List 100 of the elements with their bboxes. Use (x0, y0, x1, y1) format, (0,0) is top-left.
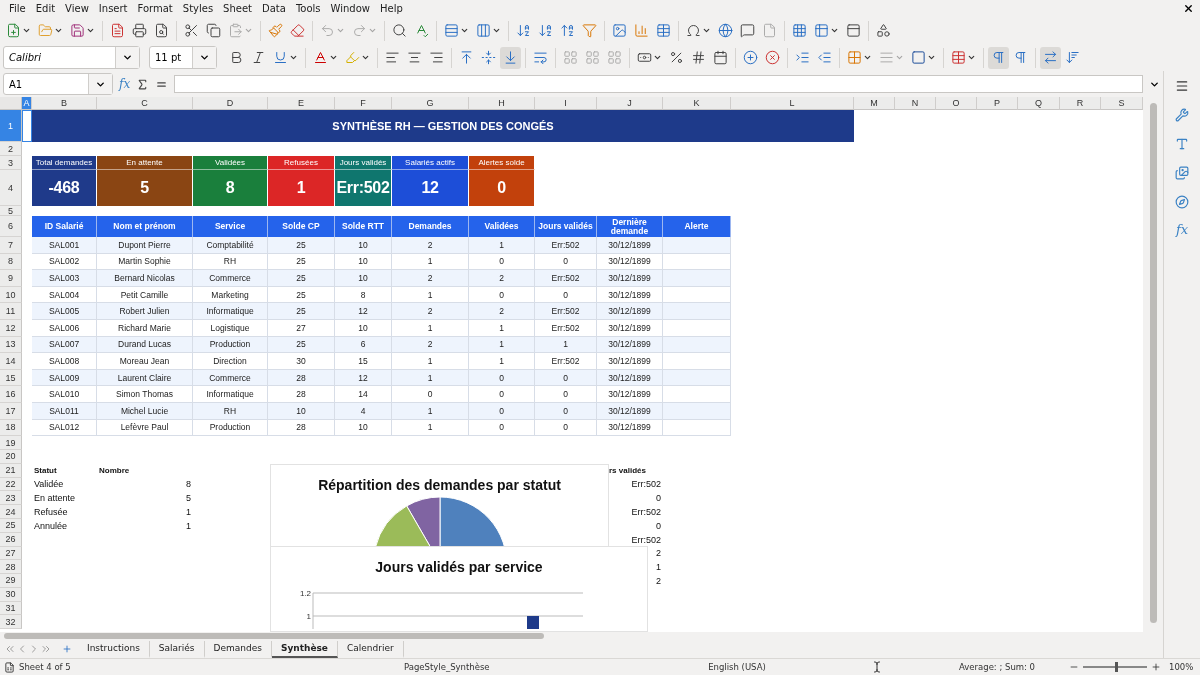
row-header[interactable]: 9 (0, 270, 22, 287)
table-cell: 25 (268, 270, 335, 287)
column-header[interactable]: I (535, 97, 597, 110)
add-sheet-icon[interactable] (62, 644, 72, 654)
dropdown-caret-icon (492, 26, 501, 35)
menu-item[interactable]: Sheet (218, 3, 258, 14)
menu-item[interactable]: Insert (93, 3, 133, 14)
table-cell: 0 (535, 386, 597, 403)
font-size-field[interactable]: 11 pt (149, 46, 217, 69)
column-header[interactable]: H (469, 97, 535, 110)
font-name-field[interactable]: Calibri (3, 46, 140, 69)
menu-item[interactable]: File (4, 3, 31, 14)
sheet-tab[interactable]: Synthèse (271, 640, 338, 658)
column-header[interactable]: G (392, 97, 469, 110)
menu-item[interactable]: Format (132, 3, 178, 14)
gallery-icon[interactable] (1173, 164, 1191, 182)
row-header[interactable]: 28 (0, 560, 22, 575)
table-cell-text: Err:502 (630, 533, 662, 547)
column-header[interactable]: Q (1018, 97, 1060, 110)
menu-item[interactable]: Window (325, 3, 375, 14)
column-header[interactable]: N (895, 97, 936, 110)
menu-item[interactable]: Data (257, 3, 291, 14)
dropdown-caret-icon (244, 26, 253, 35)
function-wizard-button[interactable]: fx (119, 77, 131, 91)
column-header[interactable]: D (193, 97, 268, 110)
column-header[interactable]: O (936, 97, 977, 110)
last-sheet-icon[interactable] (40, 643, 52, 655)
table-cell (663, 353, 731, 370)
formula-input-field[interactable] (174, 75, 1143, 93)
row-header[interactable]: 5 (0, 206, 22, 216)
row-header[interactable]: 11 (0, 303, 22, 320)
row-header[interactable]: 32 (0, 615, 22, 630)
column-header[interactable]: F (335, 97, 392, 110)
column-header[interactable]: M (854, 97, 895, 110)
zoom-in-icon[interactable] (1150, 662, 1161, 672)
cell-cursor (22, 110, 32, 142)
bar-chart-icon (634, 23, 649, 38)
menu-item[interactable]: Help (375, 3, 408, 14)
menu-item[interactable]: View (60, 3, 94, 14)
column-header[interactable]: C (97, 97, 193, 110)
table-cell-text: 2 (655, 547, 662, 561)
dropdown-caret-icon (830, 26, 839, 35)
pilcrow-reverse-icon (1013, 50, 1028, 65)
row-header[interactable]: 24 (0, 505, 22, 519)
sheet-tab[interactable]: Instructions (78, 640, 150, 658)
row-header[interactable]: 3 (0, 156, 22, 170)
column-header[interactable]: K (663, 97, 731, 110)
table-cell: 0 (392, 386, 469, 403)
table-cell: 1 (469, 353, 535, 370)
column-header[interactable]: J (597, 97, 663, 110)
row-header[interactable]: 23 (0, 491, 22, 506)
scrollbar-thumb[interactable] (1149, 103, 1157, 623)
row-header[interactable]: 7 (0, 237, 22, 254)
row-header[interactable]: 1 (0, 110, 22, 142)
table-cell: Robert Julien (97, 303, 193, 320)
scrollbar-thumb[interactable] (4, 633, 544, 639)
selection-mode-icon[interactable] (871, 661, 883, 673)
table-cell: SAL001 (32, 237, 97, 254)
column-header[interactable]: S (1101, 97, 1143, 110)
dropdown-caret-icon (122, 52, 133, 63)
wrench-icon[interactable] (1173, 106, 1191, 124)
table-cell: Err:502 (535, 270, 597, 287)
row-header[interactable]: 6 (0, 216, 22, 237)
column-header[interactable]: B (32, 97, 97, 110)
align-center-icon (407, 50, 422, 65)
column-heading: rs validés (608, 465, 647, 478)
row-header[interactable]: 19 (0, 436, 22, 450)
table-cell: 2 (469, 303, 535, 320)
row-header[interactable]: 2 (0, 142, 22, 156)
chart-title: Jours validés par service (375, 559, 543, 575)
align-middle-icon (481, 50, 496, 65)
functions-button[interactable]: fx (1175, 222, 1189, 237)
compass-icon[interactable] (1173, 193, 1191, 211)
first-sheet-icon[interactable] (4, 643, 16, 655)
pilcrow-button[interactable] (988, 46, 1009, 69)
dropdown-caret-icon (368, 26, 377, 35)
row-header[interactable]: 29 (0, 574, 22, 588)
row-header[interactable]: 14 (0, 353, 22, 370)
text-direction-button[interactable] (1040, 46, 1061, 69)
paintbrush-icon (268, 23, 283, 38)
column-header[interactable]: L (731, 97, 854, 110)
wrap-text-icon (533, 50, 548, 65)
menu-item[interactable]: Tools (290, 3, 326, 14)
column-header[interactable]: R (1060, 97, 1101, 110)
close-icon[interactable] (1183, 3, 1194, 14)
row-header[interactable]: 4 (0, 170, 22, 206)
column-header[interactable]: P (977, 97, 1018, 110)
sheet-tab[interactable]: Calendrier (337, 640, 404, 658)
sheet-tab[interactable]: Demandes (204, 640, 272, 658)
align-bottom-button[interactable] (500, 46, 521, 69)
kpi-value: 8 (193, 170, 268, 206)
name-box[interactable]: A1 (3, 73, 113, 95)
menu-item[interactable]: Styles (177, 3, 219, 14)
sheet-tab[interactable]: Salariés (149, 640, 205, 658)
menu-item[interactable]: Edit (30, 3, 61, 14)
document-icon (110, 23, 125, 38)
row-header[interactable]: 16 (0, 386, 22, 403)
align-top-icon (459, 50, 474, 65)
zoom-thumb[interactable] (1114, 662, 1118, 672)
column-header[interactable]: E (268, 97, 335, 110)
